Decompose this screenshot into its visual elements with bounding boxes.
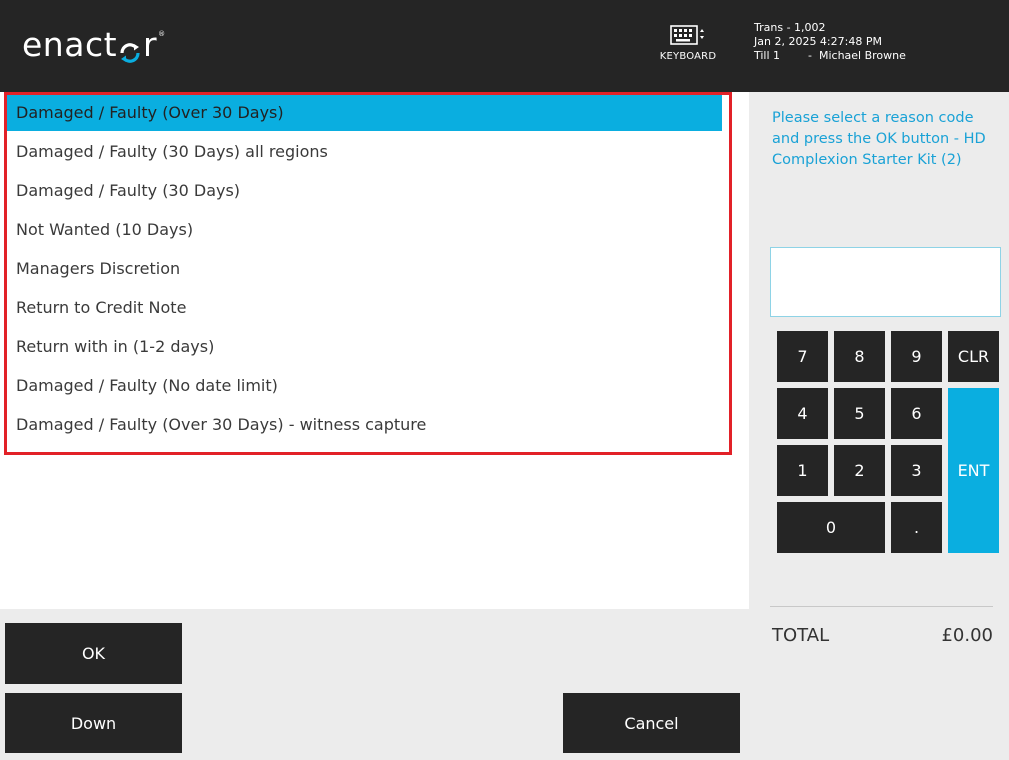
keyboard-icon bbox=[670, 25, 704, 45]
logo-text-end: r bbox=[143, 24, 158, 64]
keypad-enter[interactable]: ENT bbox=[948, 388, 999, 553]
ok-button[interactable]: OK bbox=[5, 623, 182, 684]
instruction-prompt: Please select a reason code and press th… bbox=[772, 110, 986, 168]
reason-list-item[interactable]: Not Wanted (10 Days) bbox=[7, 212, 722, 248]
keyboard-button[interactable]: KEYBOARD bbox=[652, 24, 724, 62]
keypad-0[interactable]: 0 bbox=[777, 502, 885, 553]
total-label: TOTAL bbox=[772, 625, 830, 646]
keypad-2[interactable]: 2 bbox=[834, 445, 885, 496]
keypad-7[interactable]: 7 bbox=[777, 331, 828, 382]
transaction-info: Trans - 1,002 Jan 2, 2025 4:27:48 PM Til… bbox=[754, 21, 906, 63]
keypad-decimal[interactable]: . bbox=[891, 502, 942, 553]
keypad-9[interactable]: 9 bbox=[891, 331, 942, 382]
reason-list-item[interactable]: Damaged / Faulty (No date limit) bbox=[7, 368, 722, 404]
keypad-clear[interactable]: CLR bbox=[948, 331, 999, 382]
enactor-logo: enact r ® bbox=[22, 24, 166, 64]
keypad-4[interactable]: 4 bbox=[777, 388, 828, 439]
keypad-3[interactable]: 3 bbox=[891, 445, 942, 496]
keypad-1[interactable]: 1 bbox=[777, 445, 828, 496]
header-bar: enact r ® KEYBOARD Trans - 1,002 Jan 2, bbox=[0, 0, 1009, 92]
keypad-8[interactable]: 8 bbox=[834, 331, 885, 382]
reason-list-item[interactable]: Return with in (1-2 days) bbox=[7, 329, 722, 365]
down-button[interactable]: Down bbox=[5, 693, 182, 753]
logo-refresh-icon bbox=[118, 34, 142, 63]
reason-list-item[interactable]: Managers Discretion bbox=[7, 251, 722, 287]
total-divider bbox=[770, 606, 993, 607]
reason-list-item[interactable]: Damaged / Faulty (30 Days) all regions bbox=[7, 134, 722, 170]
reason-list-item[interactable]: Damaged / Faulty (Over 30 Days) - witnes… bbox=[7, 407, 722, 443]
reason-list-item[interactable]: Damaged / Faulty (30 Days) bbox=[7, 173, 722, 209]
numeric-entry-field[interactable] bbox=[770, 247, 1001, 317]
cancel-button[interactable]: Cancel bbox=[563, 693, 740, 753]
transaction-datetime: Jan 2, 2025 4:27:48 PM bbox=[754, 35, 882, 48]
reason-list-item[interactable]: Damaged / Faulty (Over 30 Days) bbox=[7, 95, 722, 131]
logo-text: enact bbox=[22, 24, 118, 64]
reason-list-item[interactable]: Return to Credit Note bbox=[7, 290, 722, 326]
transaction-number: Trans - 1,002 bbox=[754, 21, 826, 34]
keypad-5[interactable]: 5 bbox=[834, 388, 885, 439]
keypad-6[interactable]: 6 bbox=[891, 388, 942, 439]
logo-trademark: ® bbox=[158, 30, 166, 38]
till-operator: Till 1 - Michael Browne bbox=[754, 49, 906, 62]
keyboard-label: KEYBOARD bbox=[659, 51, 717, 62]
total-value: £0.00 bbox=[941, 625, 993, 646]
